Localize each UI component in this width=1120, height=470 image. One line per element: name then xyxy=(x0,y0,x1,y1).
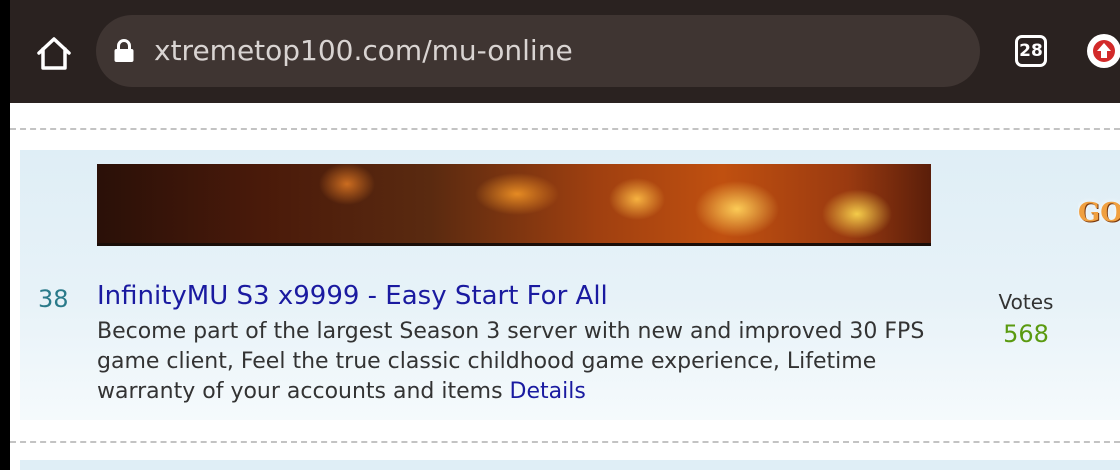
url-text: xtremetop100.com/mu-online xyxy=(154,34,573,67)
lock-icon xyxy=(114,39,134,62)
server-description: Become part of the largest Season 3 serv… xyxy=(97,317,977,407)
separator xyxy=(10,441,1120,443)
server-banner[interactable] xyxy=(97,164,931,246)
separator xyxy=(10,128,1120,130)
votes-count: 568 xyxy=(1003,320,1049,348)
details-link[interactable]: Details xyxy=(510,379,586,404)
home-button[interactable] xyxy=(34,34,74,72)
screen-edge xyxy=(0,0,10,470)
address-bar[interactable]: xtremetop100.com/mu-online xyxy=(96,15,980,87)
browser-toolbar: xtremetop100.com/mu-online 28 xyxy=(10,0,1120,103)
tab-switcher-button[interactable]: 28 xyxy=(1015,35,1047,67)
votes-label: Votes xyxy=(998,290,1054,314)
rank-number: 38 xyxy=(38,285,69,313)
update-arrow-icon xyxy=(1093,40,1115,62)
next-listing xyxy=(20,460,1120,470)
ad-badge[interactable]: GO xyxy=(1078,198,1120,236)
home-icon xyxy=(37,37,71,70)
update-button[interactable] xyxy=(1087,34,1120,68)
server-listing: GO 38 InfinityMU S3 x9999 - Easy Start F… xyxy=(20,150,1120,420)
server-title-link[interactable]: InfinityMU S3 x9999 - Easy Start For All xyxy=(97,281,608,311)
